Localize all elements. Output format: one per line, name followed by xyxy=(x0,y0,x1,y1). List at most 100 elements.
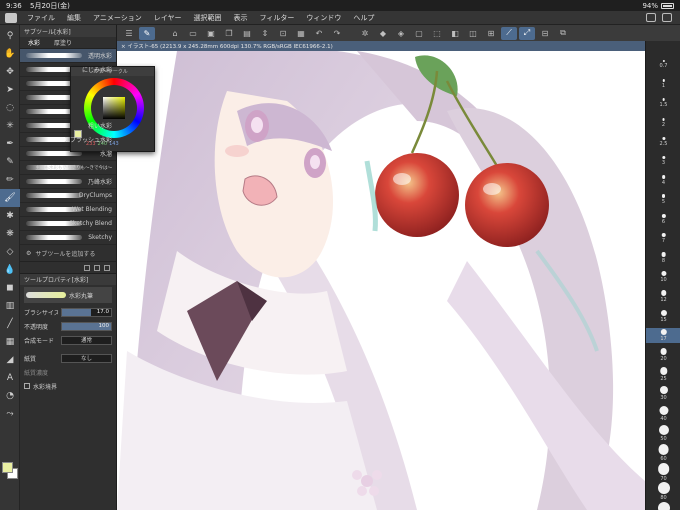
menu-selection[interactable]: 選択範囲 xyxy=(188,13,228,23)
brush-size-option[interactable]: 8 xyxy=(646,251,680,266)
menu-animation[interactable]: アニメーション xyxy=(87,13,148,23)
brush-item[interactable]: Sketchy xyxy=(20,231,116,245)
snap-icon[interactable]: ⊞ xyxy=(483,27,499,40)
brush-size-option[interactable]: 10 xyxy=(646,270,680,285)
add-subtool-button[interactable]: ⚙ サブツールを追加する xyxy=(20,245,116,261)
tab-thick-paint[interactable]: 厚塗り xyxy=(54,38,72,47)
share-icon[interactable] xyxy=(662,13,672,22)
select-icon[interactable]: ◫ xyxy=(465,27,481,40)
pen-tool-icon[interactable]: ✎ xyxy=(0,153,20,171)
balloon-tool-icon[interactable]: ◔ xyxy=(0,387,20,405)
brush-size-option[interactable]: 80 xyxy=(646,481,680,501)
brush-item[interactable]: DryClumps xyxy=(20,189,116,203)
ruler-snap-icon[interactable]: ⟋ xyxy=(501,26,517,40)
zoom-tool-icon[interactable]: ⚲ xyxy=(0,27,20,45)
saturation-value-square[interactable] xyxy=(103,97,125,119)
invert-icon[interactable]: ◧ xyxy=(447,27,463,40)
app-icon[interactable] xyxy=(5,12,17,23)
blend-tool-icon[interactable]: 💧 xyxy=(0,261,20,279)
quick-access-icon[interactable]: ✎ xyxy=(139,26,155,40)
brush-item[interactable]: 主線も水彩も塗り塗りも〜きで今は〜 xyxy=(20,161,116,175)
brush-size-option[interactable]: 4 xyxy=(646,174,680,189)
pencil-tool-icon[interactable]: ✏ xyxy=(0,171,20,189)
magic-wand-icon[interactable]: ✳ xyxy=(0,117,20,135)
brush-size-option[interactable]: 70 xyxy=(646,462,680,482)
grid-snap-icon[interactable]: ⊟ xyxy=(537,27,553,40)
blend-mode-select[interactable]: 通常 xyxy=(61,335,112,345)
eyedropper-icon[interactable]: ✒ xyxy=(0,135,20,153)
layer-icon[interactable]: ⧉ xyxy=(555,27,571,40)
special-ruler-icon[interactable]: ⤢ xyxy=(519,26,535,40)
paper-select[interactable]: なし xyxy=(61,353,112,363)
brush-item[interactable]: Sketchy Blend xyxy=(20,217,116,231)
copy-subtool-icon[interactable] xyxy=(94,264,100,271)
save-icon[interactable]: ▣ xyxy=(203,27,219,40)
menu-window[interactable]: ウィンドウ xyxy=(300,13,347,23)
brush-size-option[interactable]: 1.5 xyxy=(646,97,680,112)
grid-icon[interactable]: ▦ xyxy=(293,27,309,40)
brush-size-option[interactable]: 17 xyxy=(646,327,680,343)
brush-size-option[interactable]: 15 xyxy=(646,309,680,324)
canvas[interactable] xyxy=(117,51,645,510)
brush-size-option[interactable]: 6 xyxy=(646,213,680,228)
brush-size-option[interactable]: 7 xyxy=(646,232,680,247)
delete-subtool-icon[interactable] xyxy=(104,264,110,271)
fill-tool-icon[interactable]: ◼ xyxy=(0,279,20,297)
brush-size-option[interactable]: 30 xyxy=(646,385,680,401)
menu-view[interactable]: 表示 xyxy=(228,13,254,23)
brush-size-option[interactable]: 60 xyxy=(646,443,680,462)
text-tool-icon[interactable]: A xyxy=(0,369,20,387)
menu-help[interactable]: ヘルプ xyxy=(347,13,380,23)
brush-item[interactable]: 乃峰水彩 xyxy=(20,175,116,189)
frame-tool-icon[interactable]: ▦ xyxy=(0,333,20,351)
brush-item[interactable]: 水溜 xyxy=(20,147,116,161)
brush-tool-icon[interactable]: 🖌 xyxy=(0,189,20,207)
brush-size-option[interactable]: 25 xyxy=(646,366,680,382)
canvas-tab[interactable]: × イラスト-65 (2213.9 x 245.28mm 600dpi 130.… xyxy=(117,41,645,51)
redo-icon[interactable]: ↷ xyxy=(329,27,345,40)
foreground-color-swatch[interactable] xyxy=(2,462,13,473)
airbrush-tool-icon[interactable]: ✱ xyxy=(0,207,20,225)
brush-size-option[interactable]: 40 xyxy=(646,405,680,422)
undo-icon[interactable]: ↶ xyxy=(311,27,327,40)
brush-size-option[interactable]: 12 xyxy=(646,289,680,304)
brush-size-option[interactable]: 1 xyxy=(646,78,680,93)
tab-watercolor[interactable]: 水彩 xyxy=(28,38,40,47)
hand-tool-icon[interactable]: ✋ xyxy=(0,45,20,63)
new-subtool-icon[interactable] xyxy=(84,264,90,271)
scale-icon[interactable]: ⇕ xyxy=(257,27,273,40)
opacity-slider[interactable]: 100 xyxy=(61,321,112,331)
lasso-tool-icon[interactable]: ◌ xyxy=(0,99,20,117)
transform-icon[interactable]: ◈ xyxy=(393,27,409,40)
menu-filter[interactable]: フィルター xyxy=(254,13,301,23)
brush-size-option[interactable]: 2.5 xyxy=(646,136,680,151)
brush-size-option[interactable]: 100 xyxy=(646,501,680,510)
operation-tool-icon[interactable]: ➤ xyxy=(0,81,20,99)
brush-item[interactable]: 透明水彩 xyxy=(20,49,116,63)
brush-size-option[interactable]: 2 xyxy=(646,117,680,132)
brush-item[interactable]: Wet Blending xyxy=(20,203,116,217)
brush-size-slider[interactable]: 17.0 xyxy=(61,307,112,317)
fill-icon[interactable]: ◆ xyxy=(375,27,391,40)
brush-size-option[interactable]: 3 xyxy=(646,155,680,170)
ruler-tool-icon[interactable]: ◢ xyxy=(0,351,20,369)
menu-edit[interactable]: 編集 xyxy=(61,13,87,23)
open-icon[interactable]: ▭ xyxy=(185,27,201,40)
brush-size-option[interactable]: 0.7 xyxy=(646,59,680,74)
clear-icon[interactable]: ▢ xyxy=(411,27,427,40)
menu-file[interactable]: ファイル xyxy=(21,13,61,23)
color-swatches[interactable] xyxy=(2,462,18,480)
correct-line-tool-icon[interactable]: ⤳ xyxy=(0,405,20,423)
copy-icon[interactable]: ❐ xyxy=(221,27,237,40)
home-icon[interactable]: ⌂ xyxy=(167,27,183,40)
figure-tool-icon[interactable]: ╱ xyxy=(0,315,20,333)
layout-icon[interactable] xyxy=(646,13,656,22)
gradient-tool-icon[interactable]: ▥ xyxy=(0,297,20,315)
deselect-icon[interactable]: ⬚ xyxy=(429,27,445,40)
move-tool-icon[interactable]: ✥ xyxy=(0,63,20,81)
brush-size-option[interactable]: 50 xyxy=(646,424,680,442)
watercolor-edge-checkbox[interactable] xyxy=(24,383,30,389)
menu-layer[interactable]: レイヤー xyxy=(148,13,188,23)
decoration-tool-icon[interactable]: ❋ xyxy=(0,225,20,243)
hamburger-icon[interactable]: ☰ xyxy=(121,27,137,40)
